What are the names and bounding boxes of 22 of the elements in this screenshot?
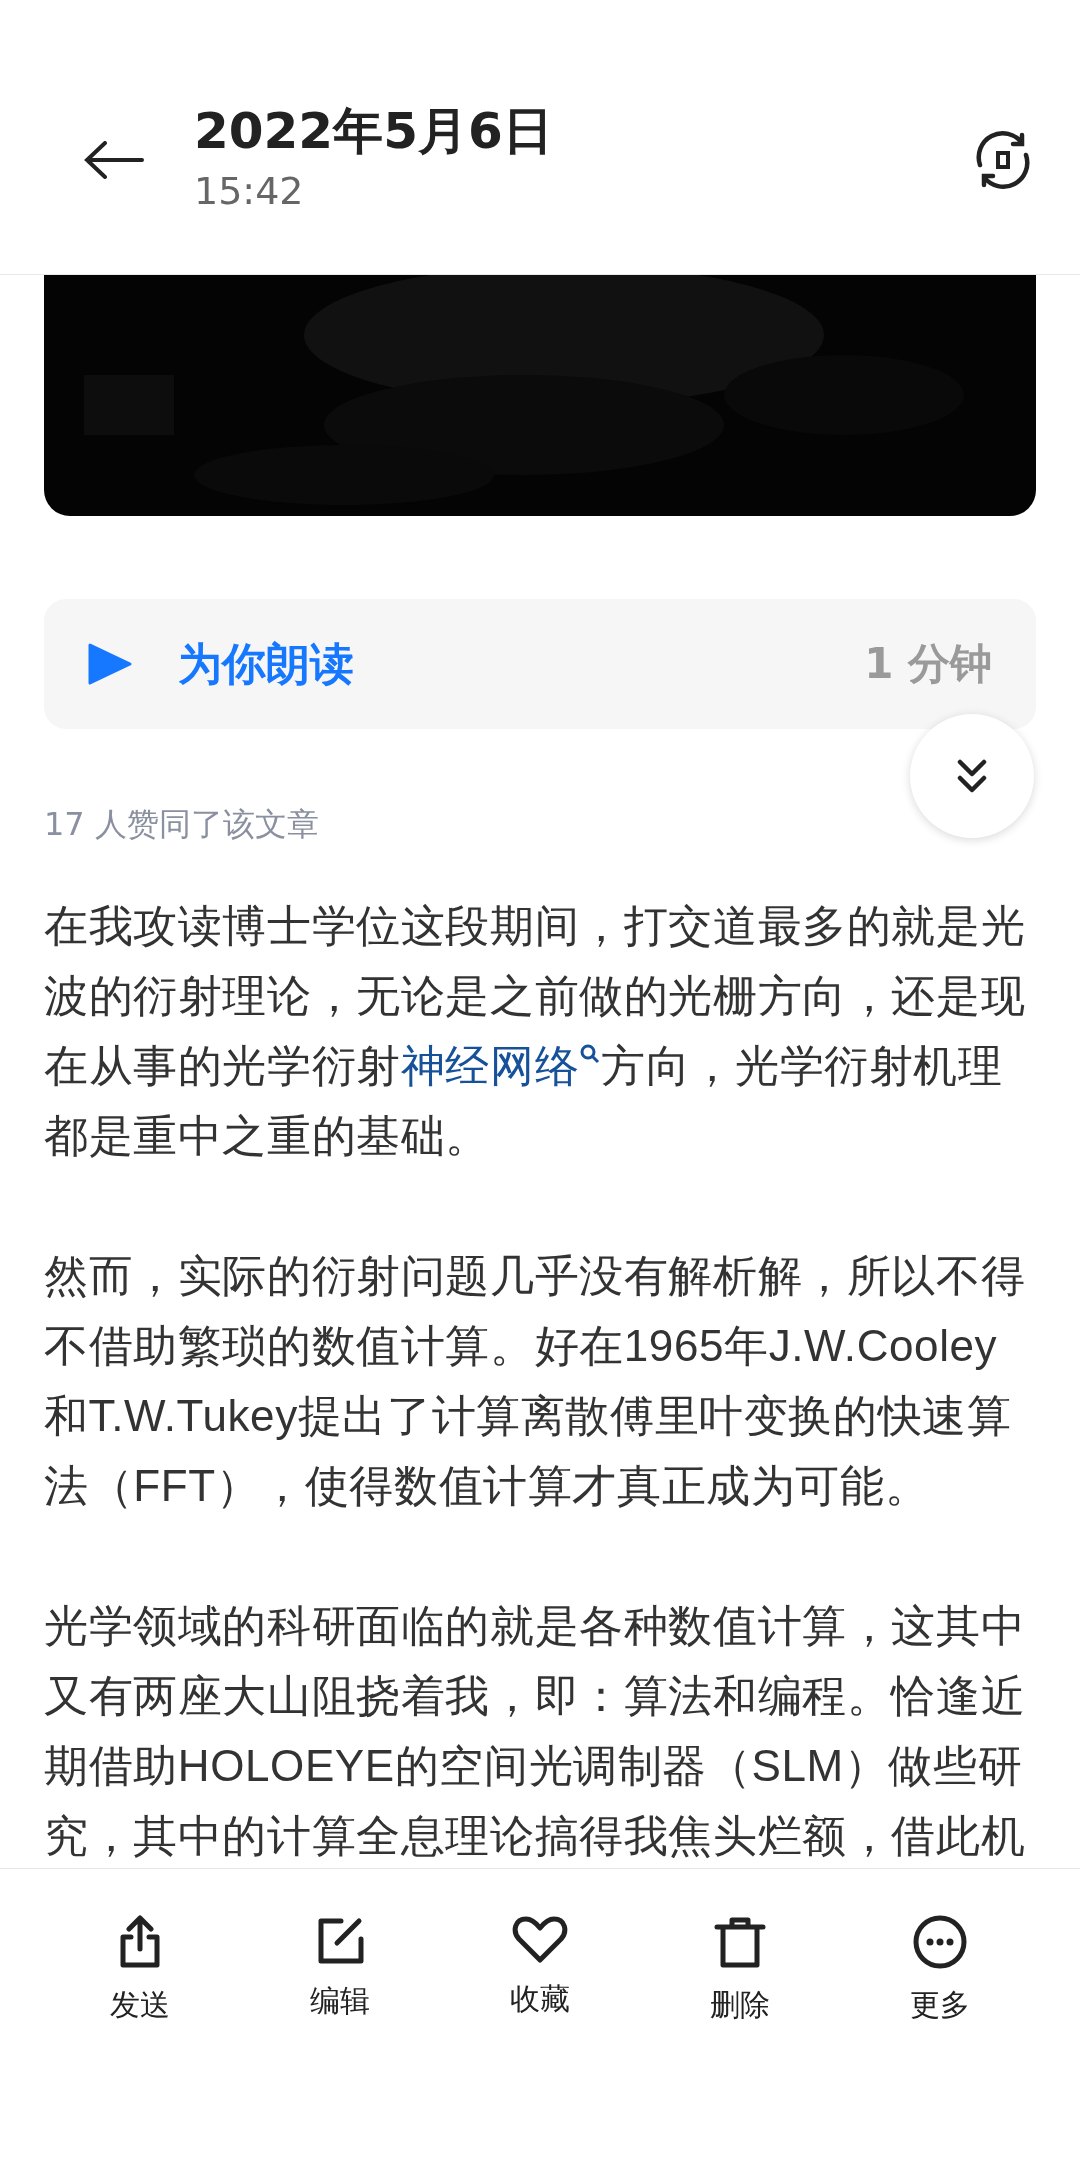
duration: 1 分钟 [864, 638, 992, 690]
note-date: 2022年5月6日 [194, 100, 554, 162]
toolbar-action[interactable]: 收藏 [460, 1915, 620, 2020]
search-icon [579, 1043, 602, 1066]
read-aloud-button[interactable]: 为你朗读 1 分钟 [44, 599, 1036, 729]
keyword-link[interactable]: 神经网络 [400, 1041, 602, 1090]
likes-count: 17 人赞同了该文章 [44, 804, 320, 845]
play-icon [88, 642, 132, 686]
double-chevron-down-icon [956, 758, 988, 794]
note-time: 15:42 [194, 168, 305, 213]
more-icon [913, 1915, 967, 1969]
toolbar-action[interactable]: 更多 [860, 1915, 1020, 2026]
paragraph: 在我攻读博士学位这段期间，打交道最多的就是光波的衍射理论，无论是之前做的光栅方向，还是现在从事的光学衍射神经网络 方向，光学衍射机理都是重中之重的基础。 [44, 900, 1027, 1162]
toolbar-action[interactable]: 编辑 [260, 1915, 420, 2022]
toolbar-action[interactable]: 删除 [660, 1915, 820, 2026]
trash-icon [713, 1915, 767, 1969]
heart-icon [512, 1915, 568, 1963]
paragraph: 光学领域的科研面临的就是各种数值计算，这其中又有两座大山阻挠着我，即：算法和编程。恰逢近期借助HOLOEYE的空间光调制器（SLM）做些研究，其中的计算全息理论搞得我焦头烂额，借此机 [44, 1600, 1027, 1862]
back-button[interactable] [84, 141, 144, 179]
back-arrow-icon [84, 141, 144, 179]
toolbar-action[interactable]: 发送 [60, 1915, 220, 2026]
paragraph: 然而，实际的衍射问题几乎没有解析解，所以不得不借助繁琐的数值计算。好在1965年J.W.Cooley和T.W.Tukey提出了计算离散傅里叶变换的快速算法（FFT），使得数值计算才真正成为可能。 [44, 1250, 1027, 1512]
